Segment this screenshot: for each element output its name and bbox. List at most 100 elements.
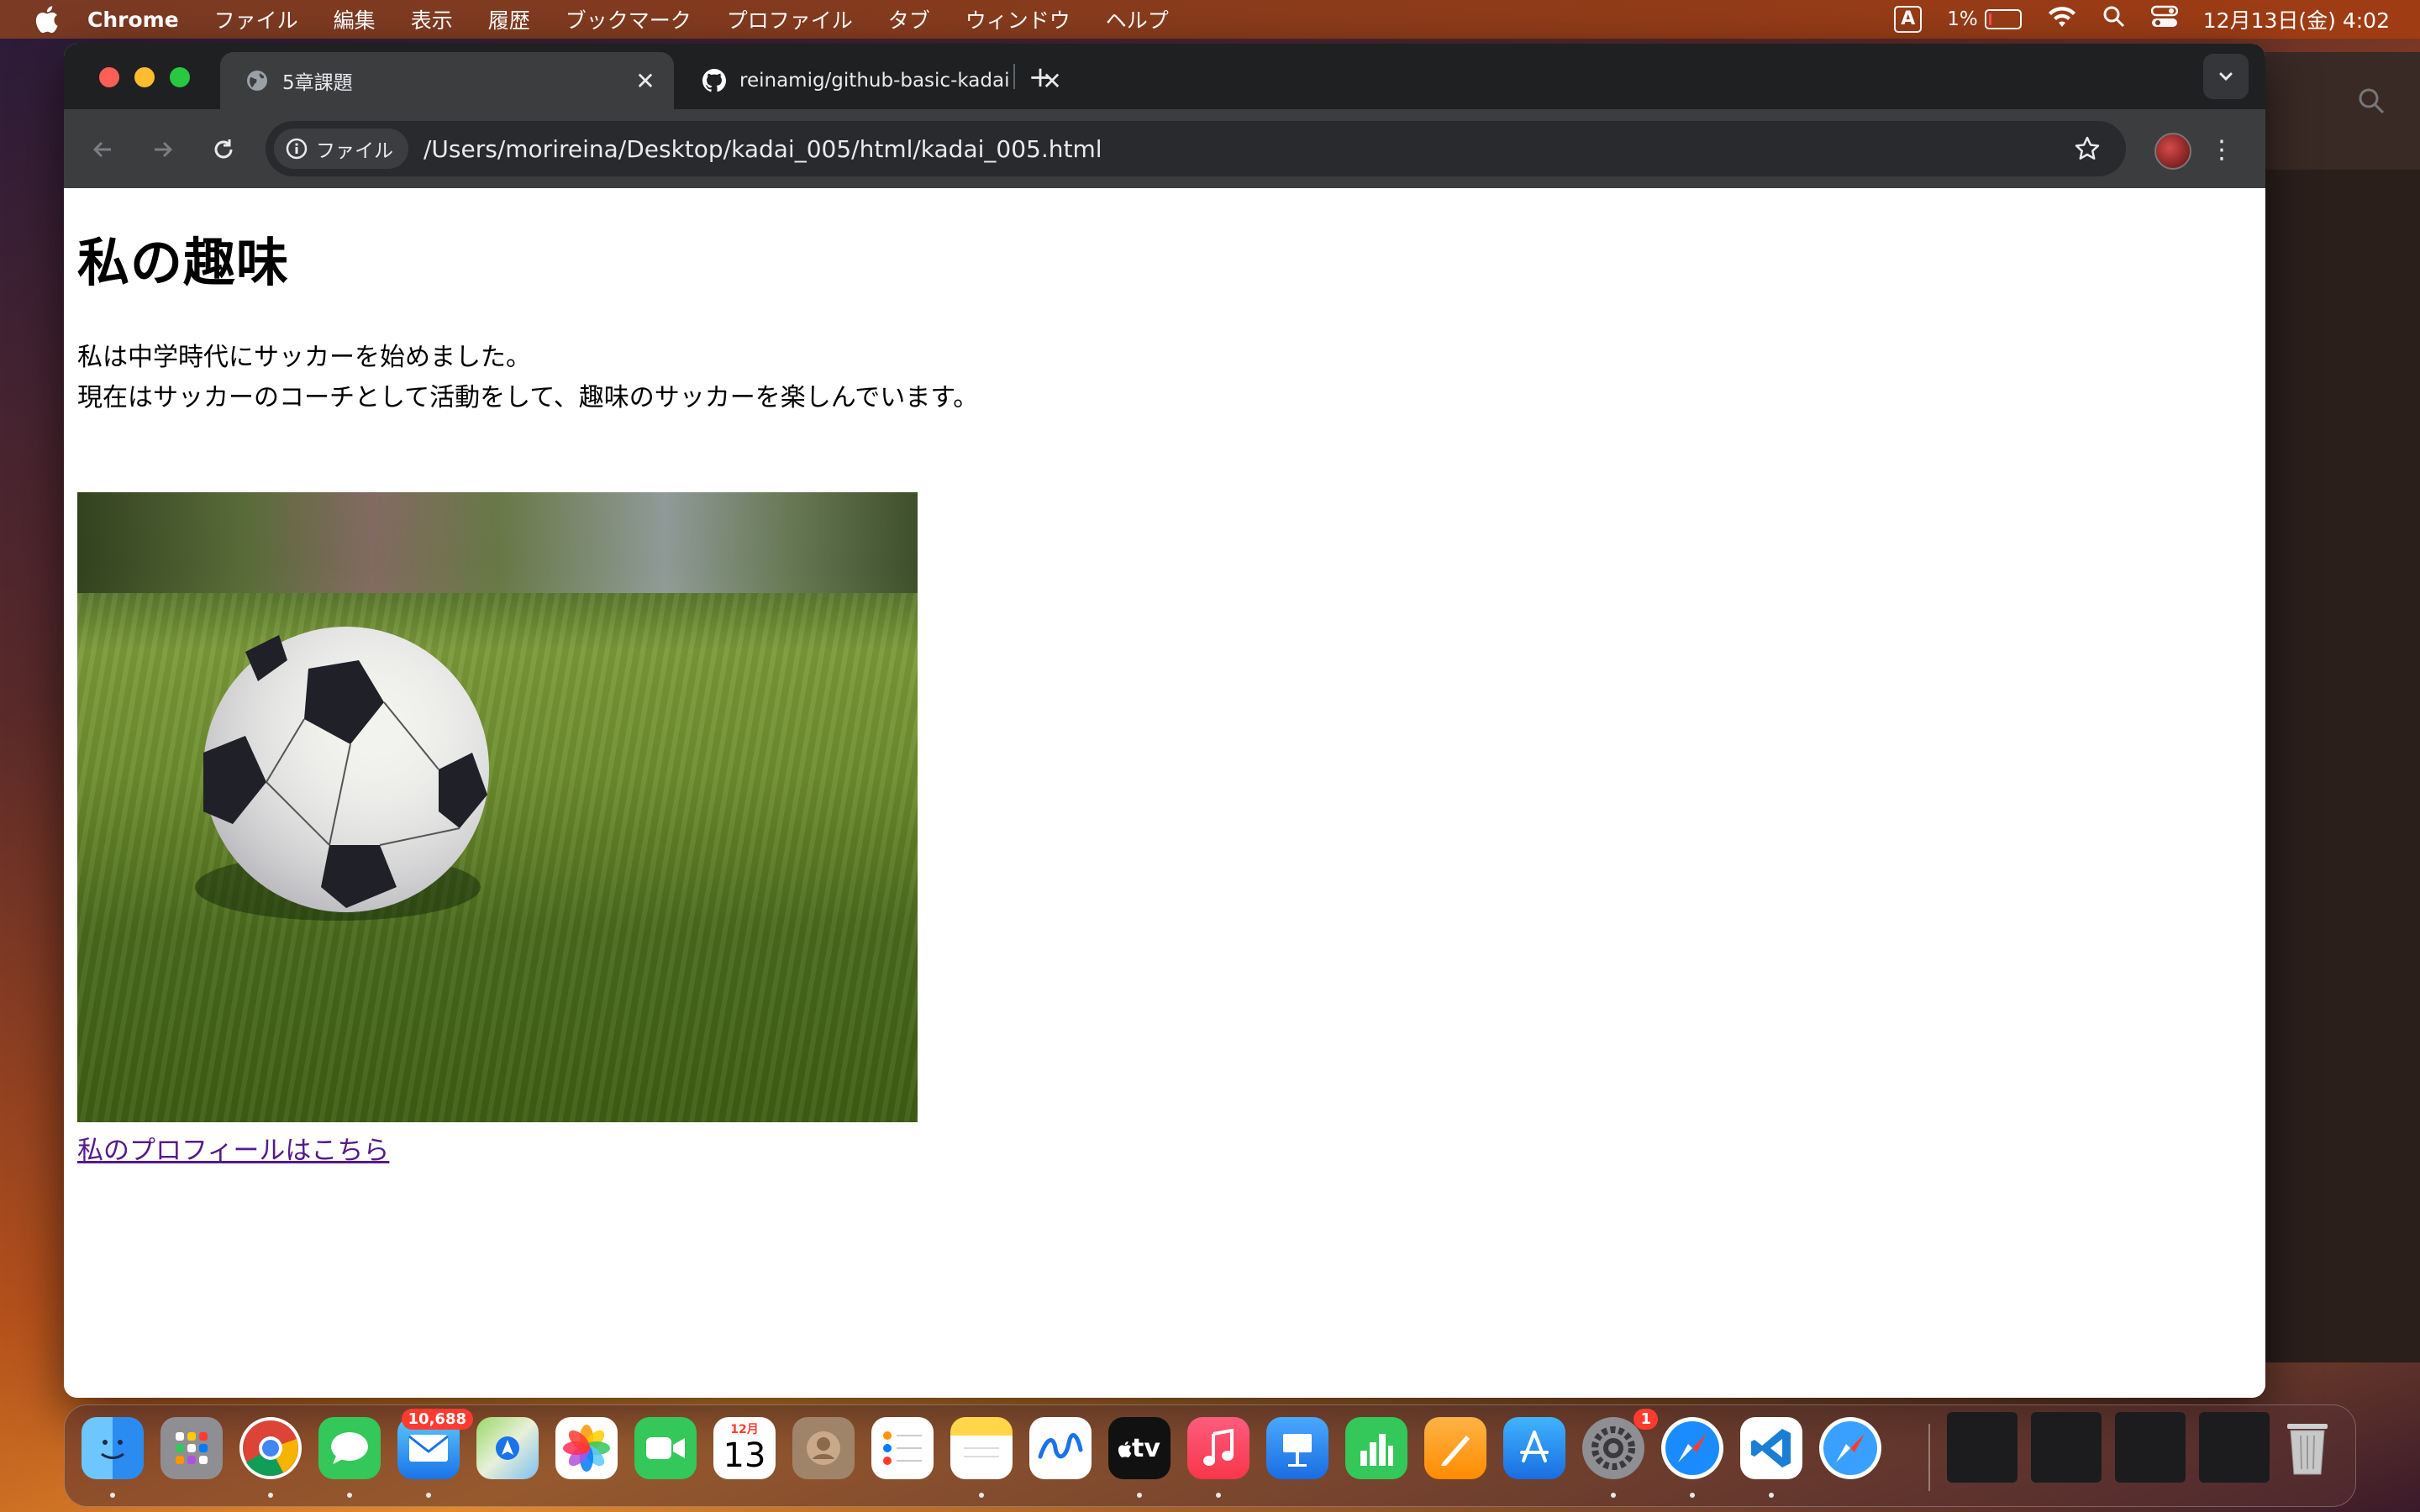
maps-icon[interactable]: [476, 1417, 539, 1479]
chevron-down-icon: [2219, 72, 2233, 81]
minimized-window-thumbnail[interactable]: [2115, 1412, 2186, 1483]
minimized-window-thumbnail[interactable]: [2031, 1412, 2102, 1483]
mail-badge: 10,688: [401, 1409, 473, 1430]
safari-icon[interactable]: [1661, 1417, 1723, 1479]
arrow-right-icon: [155, 141, 173, 158]
more-menu-icon[interactable]: ⋮: [2202, 129, 2242, 170]
tab-active[interactable]: 5章課題 ✕: [220, 52, 674, 109]
menu-bar: Chrome ファイル 編集 表示 履歴 ブックマーク プロファイル タブ ウィ…: [0, 0, 2420, 39]
pages-icon[interactable]: [1424, 1417, 1486, 1479]
address-bar[interactable]: ファイル /Users/morireina/Desktop/kadai_005/…: [266, 121, 2126, 176]
menu-edit[interactable]: 編集: [334, 4, 376, 34]
soccer-ball-photo: [77, 492, 918, 1122]
control-center-icon[interactable]: [2150, 5, 2179, 34]
running-indicator: [1690, 1493, 1695, 1498]
battery-percent: 1%: [1947, 8, 1978, 30]
tv-label: tv: [1118, 1434, 1160, 1463]
new-tab-button[interactable]: +: [1022, 59, 1059, 96]
forward-button[interactable]: [143, 129, 183, 170]
calendar-day: 13: [723, 1436, 766, 1475]
running-indicator: [347, 1493, 352, 1498]
reload-icon: [214, 139, 233, 159]
tab-github[interactable]: reinamig/github-basic-kadai ✕: [677, 52, 1081, 109]
running-indicator: [1611, 1493, 1616, 1498]
close-window-button[interactable]: [99, 67, 119, 87]
calendar-icon[interactable]: 12月 13: [713, 1417, 776, 1479]
page-content: 私の趣味 私は中学時代にサッカーを始めました。 現在はサッカーのコーチとして活動…: [64, 188, 2265, 1398]
vscode-icon[interactable]: [1740, 1417, 1802, 1479]
site-info-chip[interactable]: ファイル: [274, 129, 408, 169]
photos-icon[interactable]: [555, 1417, 618, 1479]
browser-toolbar: ファイル /Users/morireina/Desktop/kadai_005/…: [64, 109, 2265, 188]
bookmark-star-icon[interactable]: [2067, 129, 2107, 169]
paragraph-line-1: 私は中学時代にサッカーを始めました。: [77, 343, 531, 372]
settings-badge: 1: [1634, 1409, 1658, 1430]
chrome-icon[interactable]: [239, 1417, 302, 1479]
window-controls: [99, 67, 190, 87]
menu-clock[interactable]: 12月13日(金) 4:02: [2203, 4, 2390, 34]
tab-search-button[interactable]: [2203, 54, 2249, 99]
soccer-ball-icon: [195, 627, 489, 921]
menu-window[interactable]: ウィンドウ: [965, 4, 1071, 34]
finder-icon[interactable]: [82, 1417, 144, 1479]
mail-icon[interactable]: 10,688: [397, 1409, 473, 1479]
back-button[interactable]: [82, 129, 123, 170]
facetime-icon[interactable]: [634, 1417, 697, 1479]
battery-icon: [1984, 9, 2022, 29]
site-info-label: ファイル: [316, 140, 393, 162]
dock: 10,688 12月 13 tv 1: [64, 1404, 2356, 1507]
menu-profiles[interactable]: プロファイル: [727, 4, 853, 34]
tab-separator: [1013, 64, 1015, 89]
menu-bookmarks[interactable]: ブックマーク: [566, 4, 692, 34]
system-settings-icon[interactable]: 1: [1582, 1409, 1658, 1479]
profile-link[interactable]: 私のプロフィールはこちら: [77, 1129, 389, 1167]
menu-app-name[interactable]: Chrome: [87, 8, 179, 32]
globe-icon: [245, 69, 269, 92]
menu-history[interactable]: 履歴: [488, 4, 530, 34]
app-store-icon[interactable]: [1503, 1417, 1565, 1479]
safari-preview-icon[interactable]: [1819, 1417, 1881, 1479]
messages-icon[interactable]: [318, 1417, 381, 1479]
battery-status[interactable]: 1%: [1947, 8, 2022, 30]
minimized-window-thumbnail[interactable]: [2199, 1412, 2270, 1483]
wifi-icon[interactable]: [2047, 5, 2077, 34]
launchpad-icon[interactable]: [160, 1417, 223, 1479]
url-text[interactable]: /Users/morireina/Desktop/kadai_005/html/…: [424, 135, 2067, 163]
freeform-icon[interactable]: [1029, 1417, 1092, 1479]
page-paragraph: 私は中学時代にサッカーを始めました。 現在はサッカーのコーチとして活動をして、趣…: [77, 338, 978, 418]
input-source-indicator[interactable]: A: [1894, 6, 1923, 33]
info-icon: [286, 138, 308, 160]
notes-icon[interactable]: [950, 1417, 1013, 1479]
trash-icon[interactable]: [2276, 1417, 2338, 1479]
menu-help[interactable]: ヘルプ: [1106, 4, 1169, 34]
menu-file[interactable]: ファイル: [214, 4, 298, 34]
tab-strip: 5章課題 ✕ reinamig/github-basic-kadai ✕ +: [64, 44, 2265, 109]
minimize-window-button[interactable]: [134, 67, 155, 87]
apple-menu-icon[interactable]: [32, 3, 60, 36]
minimized-window-thumbnail[interactable]: [1947, 1412, 2018, 1483]
reload-button[interactable]: [203, 129, 244, 170]
profile-avatar[interactable]: [2154, 133, 2191, 170]
menu-tab[interactable]: タブ: [888, 4, 930, 34]
menu-view[interactable]: 表示: [411, 4, 453, 34]
paragraph-line-2: 現在はサッカーのコーチとして活動をして、趣味のサッカーを楽しんでいます。: [77, 383, 979, 412]
tv-icon[interactable]: tv: [1108, 1417, 1171, 1479]
tab-close-icon[interactable]: ✕: [629, 64, 662, 97]
dock-separator: [1928, 1424, 1930, 1491]
tab-title: reinamig/github-basic-kadai: [739, 70, 1010, 92]
reminders-icon[interactable]: [871, 1417, 934, 1479]
running-indicator: [1216, 1493, 1221, 1498]
calendar-month: 12月: [730, 1423, 759, 1436]
background-search-icon[interactable]: [2356, 86, 2386, 119]
running-indicator: [268, 1493, 273, 1498]
tab-title: 5章課題: [282, 72, 353, 94]
running-indicator: [1137, 1493, 1142, 1498]
zoom-window-button[interactable]: [170, 67, 190, 87]
contacts-icon[interactable]: [792, 1417, 855, 1479]
tv-text: tv: [1132, 1433, 1160, 1463]
keynote-icon[interactable]: [1266, 1417, 1328, 1479]
running-indicator: [1769, 1493, 1774, 1498]
numbers-icon[interactable]: [1345, 1417, 1407, 1479]
music-icon[interactable]: [1187, 1417, 1249, 1479]
spotlight-search-icon[interactable]: [2102, 5, 2126, 34]
